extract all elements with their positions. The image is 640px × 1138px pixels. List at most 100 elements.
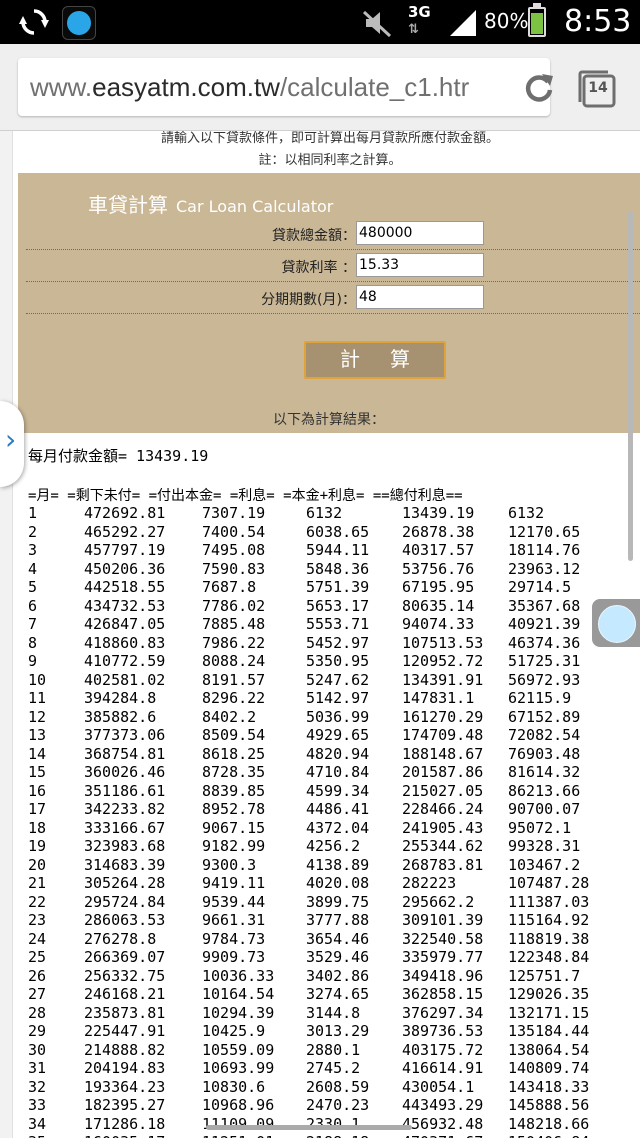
table-cell: 434732.53 — [84, 596, 166, 615]
table-cell: 5848.36 — [306, 559, 370, 578]
table-cell: 193364.23 — [84, 1077, 166, 1096]
table-cell: 107513.53 — [402, 633, 484, 652]
result-caption: 以下為計算結果： — [273, 412, 385, 428]
table-cell: 20 — [28, 855, 47, 874]
battery-icon — [528, 3, 546, 37]
table-cell: 29 — [28, 1022, 47, 1040]
table-cell: 376297.34 — [402, 1003, 484, 1022]
table-cell: 322540.58 — [402, 929, 484, 948]
vertical-scrollbar[interactable] — [628, 211, 633, 561]
table-cell: 4256.2 — [306, 837, 361, 855]
side-drawer-tab[interactable]: › — [0, 401, 24, 487]
installments-input[interactable]: 48 — [356, 285, 484, 309]
calculator-panel: 車貸計算 Car Loan Calculator 貸款總金額： 480000 貸款… — [18, 173, 640, 433]
table-cell: 403175.72 — [402, 1040, 484, 1059]
table-cell: 9419.11 — [202, 874, 266, 892]
table-cell: 56972.93 — [508, 670, 581, 689]
table-cell: 99328.31 — [508, 837, 581, 855]
table-cell: 470371.67 — [402, 1133, 483, 1138]
table-cell: 333166.67 — [84, 818, 166, 837]
calculate-button[interactable]: 計算 — [304, 341, 446, 379]
table-cell: 10294.39 — [202, 1003, 275, 1022]
tabs-button[interactable]: 14 — [576, 68, 618, 110]
table-cell: 19 — [28, 837, 47, 855]
table-cell: 228466.24 — [402, 800, 484, 818]
table-cell: 30 — [28, 1040, 47, 1059]
table-cell: 8088.24 — [202, 652, 266, 670]
table-cell: 465292.27 — [84, 522, 166, 541]
table-cell: 28 — [28, 1003, 47, 1022]
table-cell: 134391.91 — [402, 670, 484, 689]
table-cell: 6 — [28, 596, 38, 615]
table-cell: 8402.2 — [202, 707, 257, 726]
table-cell: 125751.7 — [508, 966, 581, 985]
table-cell: 7786.02 — [202, 596, 266, 615]
table-cell: 161270.29 — [402, 707, 484, 726]
table-cell: 3144.8 — [306, 1003, 361, 1022]
table-cell: 8839.85 — [202, 781, 266, 800]
table-cell: 416614.91 — [402, 1059, 484, 1077]
table-cell: 225447.91 — [84, 1022, 166, 1040]
table-cell: 53756.76 — [402, 559, 475, 578]
table-cell: 3777.88 — [306, 911, 370, 929]
table-cell: 389736.53 — [402, 1022, 484, 1040]
table-cell: 10693.99 — [202, 1059, 275, 1077]
table-cell: 35367.68 — [508, 596, 581, 615]
table-cell: 4710.84 — [306, 763, 370, 781]
loan-amount-input[interactable]: 480000 — [356, 221, 484, 245]
table-cell: 148218.66 — [508, 1114, 590, 1133]
table-cell: 9661.31 — [202, 911, 266, 929]
floating-assistant-button[interactable] — [592, 599, 640, 647]
table-cell: 457797.19 — [84, 541, 166, 559]
table-cell: 4486.41 — [306, 800, 370, 818]
battery-percent: 80% — [484, 9, 529, 33]
table-cell: 385882.6 — [84, 707, 157, 726]
loan-amount-label: 貸款總金額： — [272, 228, 356, 244]
table-cell: 246168.21 — [84, 985, 166, 1003]
table-cell: 7 — [28, 615, 38, 633]
address-bar[interactable]: www.easyatm.com.tw/calculate_c1.htr — [18, 58, 553, 116]
table-cell: 5751.39 — [306, 578, 370, 596]
table-cell: 15 — [28, 763, 47, 781]
left-margin — [0, 131, 13, 1138]
interest-rate-input[interactable]: 15.33 — [356, 253, 484, 277]
table-cell: 4020.08 — [306, 874, 370, 892]
loan-amount-row: 貸款總金額： 480000 — [26, 217, 640, 250]
table-cell: 2745.2 — [306, 1059, 361, 1077]
table-cell: 305264.28 — [84, 874, 166, 892]
table-cell: 5350.95 — [306, 652, 370, 670]
table-cell: 140809.74 — [508, 1059, 590, 1077]
table-cell: 472692.81 — [84, 504, 166, 522]
table-cell: 94074.33 — [402, 615, 475, 633]
table-cell: 132171.15 — [508, 1003, 590, 1022]
table-cell: 29714.5 — [508, 578, 572, 596]
table-cell: 9539.44 — [202, 892, 266, 911]
table-cell: 8509.54 — [202, 726, 266, 744]
table-cell: 135184.44 — [508, 1022, 590, 1040]
table-cell: 5553.71 — [306, 615, 370, 633]
table-cell: 3 — [28, 541, 38, 559]
url-text[interactable]: www.easyatm.com.tw/calculate_c1.htr — [30, 72, 500, 103]
table-cell: 7590.83 — [202, 559, 266, 578]
table-cell: 27 — [28, 985, 47, 1003]
table-cell: 5653.17 — [306, 596, 370, 615]
table-cell: 215027.05 — [402, 781, 484, 800]
horizontal-scrollbar[interactable] — [206, 1125, 412, 1130]
reload-icon[interactable] — [522, 70, 556, 104]
table-cell: 46374.36 — [508, 633, 581, 652]
table-cell: 7400.54 — [202, 522, 266, 541]
intro-note: 註：以相同利率之計算。 — [258, 153, 402, 168]
table-cell: 51725.31 — [508, 652, 581, 670]
schedule-header: =月= =剩下未付= =付出本金= =利息= =本金+利息= ==總付利息== — [28, 488, 463, 504]
table-cell: 13439.19 — [402, 504, 475, 522]
table-cell: 377373.06 — [84, 726, 166, 744]
tab-count: 14 — [588, 80, 608, 96]
table-cell: 3654.46 — [306, 929, 370, 948]
table-cell: 9182.99 — [202, 837, 266, 855]
table-cell: 34 — [28, 1114, 47, 1133]
table-cell: 76903.48 — [508, 744, 581, 763]
table-cell: 23963.12 — [508, 559, 581, 578]
table-cell: 2608.59 — [306, 1077, 370, 1096]
table-cell: 2470.23 — [306, 1096, 370, 1114]
table-cell: 26 — [28, 966, 47, 985]
